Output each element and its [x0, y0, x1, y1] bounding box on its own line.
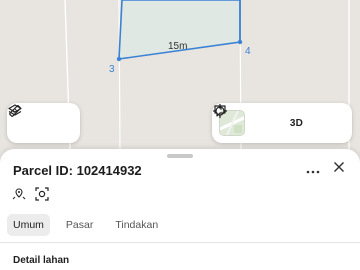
vertex-label-4: 4	[245, 46, 251, 57]
zoom-to-parcel-button[interactable]	[11, 186, 27, 207]
more-options-button[interactable]	[305, 161, 321, 177]
map-view[interactable]: 15m 3 4 3D	[0, 0, 360, 150]
map-controls-right: 3D	[212, 103, 352, 143]
tab-pasar[interactable]: Pasar	[60, 214, 99, 236]
tab-bar: Umum Pasar Tindakan	[7, 214, 174, 236]
pin-target-icon	[11, 186, 27, 207]
vertex-marker[interactable]	[116, 56, 122, 62]
map-controls-left	[7, 103, 80, 143]
3d-button[interactable]: 3D	[280, 103, 313, 143]
locate-button[interactable]	[213, 103, 280, 143]
tab-tindakan[interactable]: Tindakan	[109, 214, 164, 236]
parcel-title: Parcel ID: 102414932	[13, 163, 142, 178]
section-title-land-detail: Detail lahan	[13, 255, 70, 266]
vertex-label-3: 3	[109, 64, 115, 75]
more-icon	[306, 162, 320, 177]
parcel-bottom-sheet: Parcel ID: 102414932 Umum Pasar Tindakan…	[0, 149, 360, 270]
map-boundary-line	[118, 0, 121, 150]
divider	[0, 242, 360, 243]
sheet-drag-handle[interactable]	[167, 154, 193, 158]
feedback-button[interactable]	[214, 103, 346, 143]
tab-umum[interactable]: Umum	[7, 214, 50, 236]
edge-length-label: 15m	[168, 41, 187, 52]
vertex-marker[interactable]	[237, 39, 243, 45]
close-button[interactable]	[331, 161, 347, 177]
capture-button[interactable]	[34, 186, 50, 207]
3d-label: 3D	[289, 117, 304, 129]
scan-icon	[34, 186, 50, 207]
close-icon	[333, 160, 345, 178]
measure-button[interactable]	[9, 103, 79, 143]
